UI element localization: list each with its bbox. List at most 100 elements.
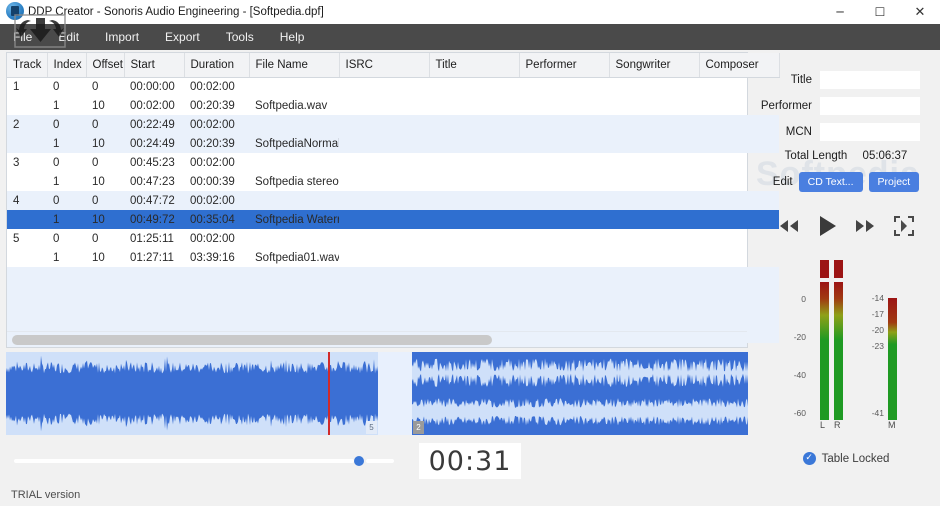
cell-isrc[interactable] <box>339 191 429 210</box>
cell-isrc[interactable] <box>339 134 429 153</box>
cell-track[interactable]: 3 <box>7 153 47 172</box>
table-row[interactable]: 4 0 0 00:47:72 00:02:00 <box>7 191 779 210</box>
cell-performer[interactable] <box>519 248 609 267</box>
table-row[interactable]: 1 10 01:27:11 03:39:16 Softpedia01.wav <box>7 248 779 267</box>
cell-songwriter[interactable] <box>609 229 699 248</box>
cell-index[interactable]: 0 <box>47 77 86 96</box>
cell-isrc[interactable] <box>339 77 429 96</box>
cell-performer[interactable] <box>519 134 609 153</box>
cell-songwriter[interactable] <box>609 172 699 191</box>
menu-item-tools[interactable]: Tools <box>213 24 267 50</box>
table-row[interactable]: 1 10 00:49:72 00:35:04 Softpedia Waterr <box>7 210 779 229</box>
mcn-input[interactable] <box>820 123 920 141</box>
cell-isrc[interactable] <box>339 210 429 229</box>
table-horizontal-scrollbar[interactable] <box>7 331 747 347</box>
cell-start[interactable]: 01:25:11 <box>124 229 184 248</box>
column-header-start[interactable]: Start <box>124 53 185 78</box>
column-header-duration[interactable]: Duration <box>184 53 250 78</box>
cell-title[interactable] <box>429 115 519 134</box>
cell-title[interactable] <box>429 191 519 210</box>
cell-isrc[interactable] <box>339 153 429 172</box>
table-locked-status[interactable]: ✓ Table Locked <box>752 452 940 465</box>
track-table[interactable]: Track Index Offset Start Duration File N… <box>6 52 780 348</box>
table-row[interactable]: 1 0 0 00:00:00 00:02:00 <box>7 77 779 96</box>
cell-title[interactable] <box>429 96 519 115</box>
cell-title[interactable] <box>429 77 519 96</box>
table-row[interactable]: 5 0 0 01:25:11 00:02:00 <box>7 229 779 248</box>
cell-offset[interactable]: 10 <box>86 248 124 267</box>
cell-file[interactable] <box>249 77 339 96</box>
cell-file[interactable] <box>249 153 339 172</box>
close-button[interactable]: ✕ <box>900 0 940 24</box>
cell-track[interactable]: 5 <box>7 229 47 248</box>
cell-file[interactable]: SoftpediaNormal <box>249 134 339 153</box>
menu-item-import[interactable]: Import <box>92 24 152 50</box>
cell-title[interactable] <box>429 248 519 267</box>
cell-title[interactable] <box>429 210 519 229</box>
cd-text-button[interactable]: CD Text... <box>798 172 863 192</box>
column-header-index[interactable]: Index <box>47 53 87 78</box>
playback-slider-remainder[interactable] <box>366 459 394 463</box>
cell-duration[interactable]: 00:02:00 <box>184 229 249 248</box>
cell-duration[interactable]: 00:35:04 <box>184 210 249 229</box>
cell-start[interactable]: 00:49:72 <box>124 210 184 229</box>
cell-songwriter[interactable] <box>609 134 699 153</box>
maximize-button[interactable]: ☐ <box>860 0 900 24</box>
cell-isrc[interactable] <box>339 248 429 267</box>
cell-songwriter[interactable] <box>609 153 699 172</box>
title-input[interactable] <box>820 71 920 89</box>
cell-file[interactable] <box>249 229 339 248</box>
cell-songwriter[interactable] <box>609 115 699 134</box>
cell-start[interactable]: 00:02:00 <box>124 96 184 115</box>
rewind-icon[interactable] <box>778 218 800 234</box>
cell-performer[interactable] <box>519 153 609 172</box>
table-scrollbar-thumb[interactable] <box>12 335 492 345</box>
table-row[interactable]: 2 0 0 00:22:49 00:02:00 <box>7 115 779 134</box>
cell-start[interactable]: 00:22:49 <box>124 115 184 134</box>
column-header-track[interactable]: Track <box>7 53 48 78</box>
cell-isrc[interactable] <box>339 96 429 115</box>
cell-offset[interactable]: 10 <box>86 210 124 229</box>
table-row[interactable]: 3 0 0 00:45:23 00:02:00 <box>7 153 779 172</box>
cell-duration[interactable]: 00:00:39 <box>184 172 249 191</box>
table-row[interactable]: 1 10 00:02:00 00:20:39 Softpedia.wav <box>7 96 779 115</box>
cell-track[interactable]: 1 <box>7 77 47 96</box>
cell-offset[interactable]: 0 <box>86 229 124 248</box>
cell-songwriter[interactable] <box>609 191 699 210</box>
play-icon[interactable] <box>817 215 837 237</box>
cell-index[interactable]: 0 <box>47 191 86 210</box>
minimize-button[interactable]: ─ <box>820 0 860 24</box>
column-header-offset[interactable]: Offset <box>86 53 125 78</box>
cell-songwriter[interactable] <box>609 96 699 115</box>
cell-isrc[interactable] <box>339 115 429 134</box>
waveform-clip-2[interactable] <box>412 352 748 435</box>
column-header-isrc[interactable]: ISRC <box>339 53 430 78</box>
cell-file[interactable]: Softpedia stereo <box>249 172 339 191</box>
cell-performer[interactable] <box>519 210 609 229</box>
cell-title[interactable] <box>429 134 519 153</box>
cell-duration[interactable]: 00:02:00 <box>184 115 249 134</box>
column-header-title[interactable]: Title <box>429 53 520 78</box>
fast-forward-icon[interactable] <box>854 218 876 234</box>
cell-songwriter[interactable] <box>609 248 699 267</box>
cell-index[interactable]: 0 <box>47 115 86 134</box>
cell-track[interactable] <box>7 172 47 191</box>
cell-duration[interactable]: 00:20:39 <box>184 134 249 153</box>
cell-index[interactable]: 1 <box>47 210 86 229</box>
menu-item-export[interactable]: Export <box>152 24 213 50</box>
cell-isrc[interactable] <box>339 229 429 248</box>
column-header-songwriter[interactable]: Songwriter <box>609 53 700 78</box>
cell-index[interactable]: 1 <box>47 248 86 267</box>
cell-performer[interactable] <box>519 191 609 210</box>
cell-offset[interactable]: 10 <box>86 134 124 153</box>
cell-track[interactable]: 4 <box>7 191 47 210</box>
cell-index[interactable]: 1 <box>47 172 86 191</box>
cell-title[interactable] <box>429 172 519 191</box>
cell-offset[interactable]: 10 <box>86 172 124 191</box>
cell-track[interactable] <box>7 210 47 229</box>
cell-duration[interactable]: 00:20:39 <box>184 96 249 115</box>
project-button[interactable]: Project <box>868 172 920 192</box>
column-header-performer[interactable]: Performer <box>519 53 610 78</box>
cell-file[interactable]: Softpedia01.wav <box>249 248 339 267</box>
cell-file[interactable]: Softpedia Waterr <box>249 210 339 229</box>
